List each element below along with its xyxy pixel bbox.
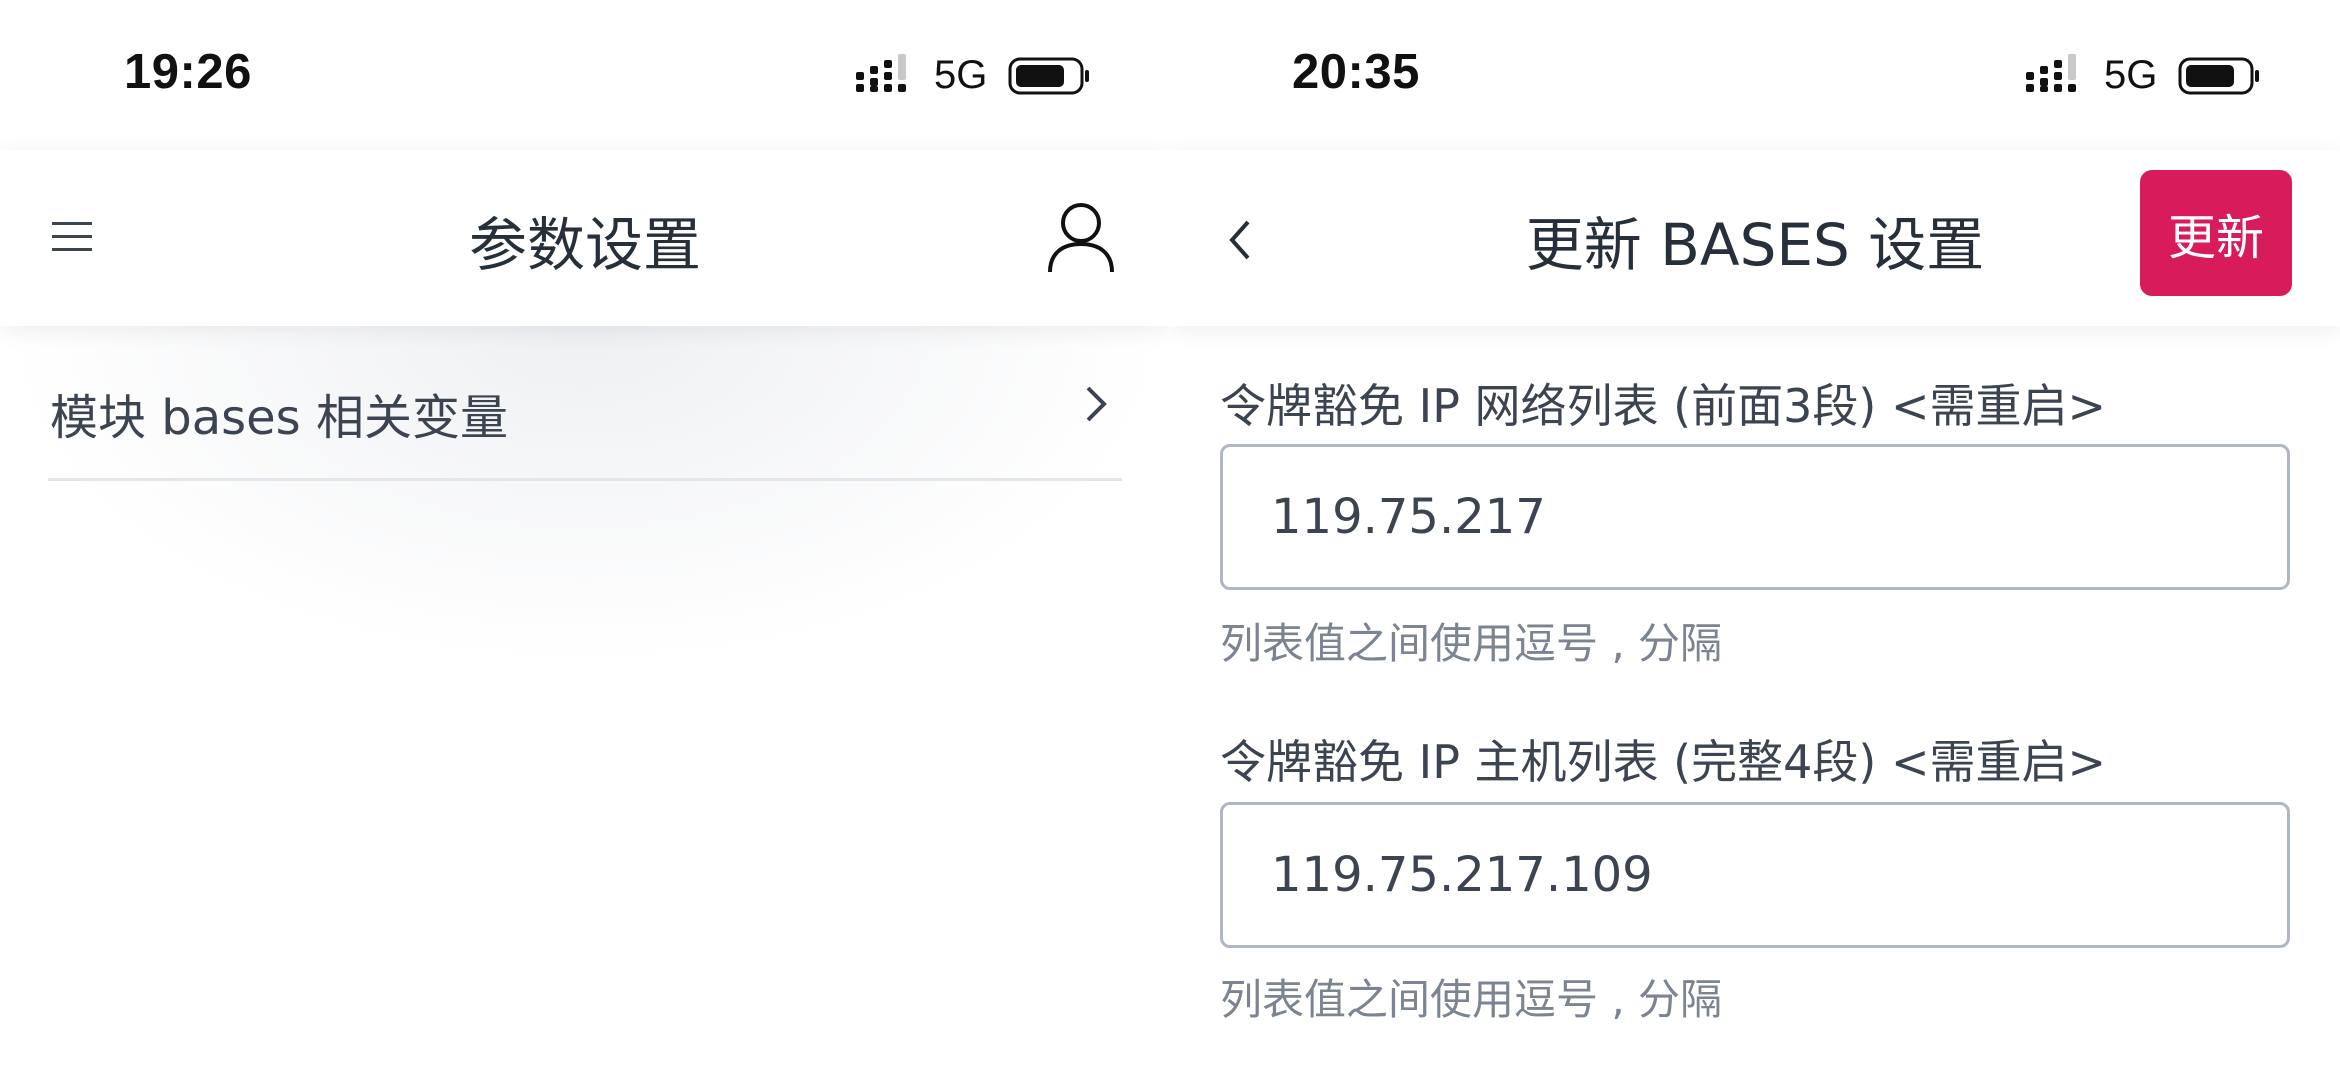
network-type: 5G	[2104, 53, 2158, 97]
battery-icon	[2178, 57, 2259, 95]
status-bar: 20:35 5G	[1170, 0, 2340, 150]
status-time: 20:35	[1292, 45, 1420, 99]
user-profile-icon[interactable]	[1046, 200, 1116, 276]
signal-icon	[2026, 54, 2076, 92]
field-help-text: 列表值之间使用逗号 , 分隔	[1220, 619, 1723, 668]
settings-screen: 19:26 5G 参数设置 模块 bases 相关变量	[0, 0, 1170, 1076]
chevron-right-icon	[1086, 386, 1107, 422]
nav-bar: 参数设置	[0, 150, 1170, 326]
list-item-bases-variables[interactable]: 模块 bases 相关变量	[48, 326, 1122, 481]
update-button[interactable]: 更新	[2140, 170, 2292, 296]
battery-icon	[1008, 57, 1089, 95]
field-label-ip-host-list: 令牌豁免 IP 主机列表 (完整4段) <需重启>	[1220, 735, 2107, 789]
update-bases-screen: 20:35 5G 更新 BASES 设置 更新 令牌豁免 IP 网络列表 (前面…	[1170, 0, 2340, 1076]
signal-icon	[856, 54, 906, 92]
ip-host-list-input[interactable]	[1220, 802, 2290, 948]
ip-network-list-input[interactable]	[1220, 444, 2290, 590]
status-bar: 19:26 5G	[0, 0, 1170, 150]
list-item-label: 模块 bases 相关变量	[50, 390, 508, 446]
field-help-text: 列表值之间使用逗号 , 分隔	[1220, 975, 1723, 1024]
network-type: 5G	[934, 53, 988, 97]
field-label-ip-network-list: 令牌豁免 IP 网络列表 (前面3段) <需重启>	[1220, 379, 2107, 433]
nav-bar: 更新 BASES 设置 更新	[1170, 150, 2340, 326]
status-time: 19:26	[124, 45, 252, 99]
page-title: 参数设置	[468, 211, 701, 279]
